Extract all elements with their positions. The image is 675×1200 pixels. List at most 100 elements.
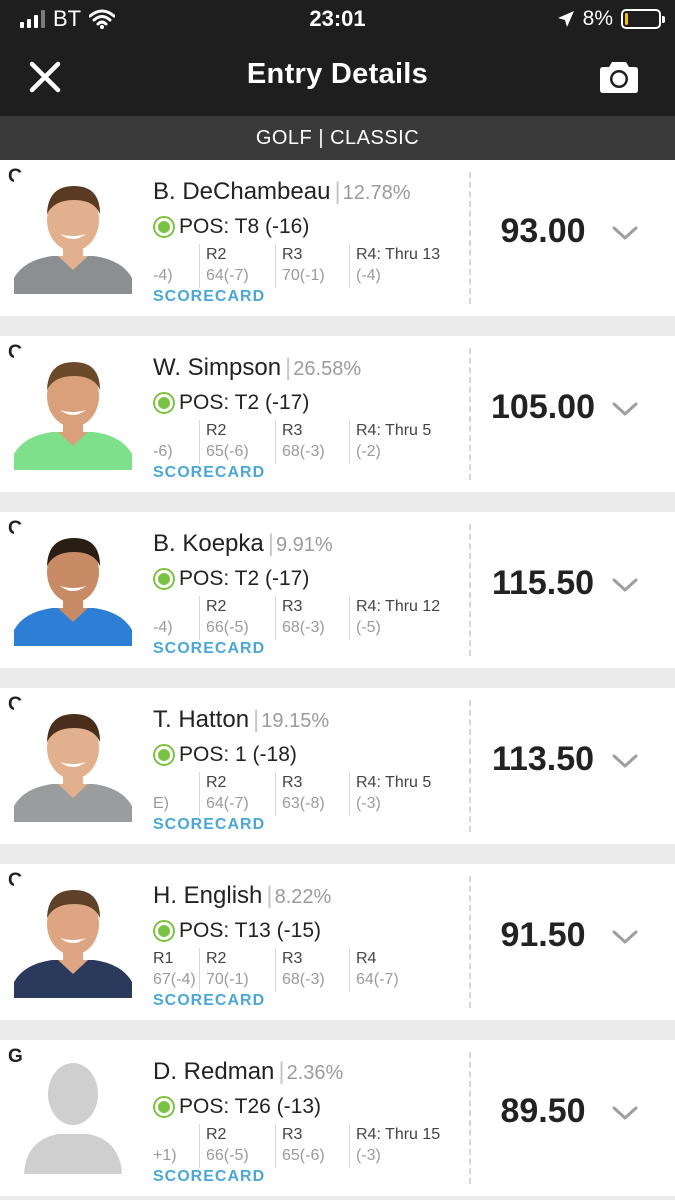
player-avatar [14, 174, 132, 294]
chevron-down-icon[interactable] [612, 225, 638, 241]
round-cell: R3 68(-3) [275, 596, 349, 640]
player-name[interactable]: D. Redman [153, 1058, 274, 1085]
ownership-percent: 26.58% [293, 358, 362, 380]
round-cell: R4: Thru 13 (-4) [349, 244, 458, 288]
scorecard-link[interactable]: SCORECARD [153, 816, 265, 834]
live-status-icon [153, 920, 175, 942]
player-card-3[interactable]: G B. Koepka|9.91% POS: T2 (-17) -4)R266(… [0, 512, 675, 668]
round-cell: R3 68(-3) [275, 948, 349, 992]
position-status: POS: T2 (-17) [179, 567, 310, 590]
position-status: POS: T26 (-13) [179, 1095, 321, 1118]
position-status: POS: T8 (-16) [179, 215, 310, 238]
player-status: POS: T2 (-17) [153, 391, 309, 415]
player-name-line: B. DeChambeau | 12.78% [153, 178, 411, 206]
separator: | [334, 178, 341, 205]
round-cell: R4: Thru 5 (-3) [349, 772, 458, 816]
player-status: POS: T2 (-17) [153, 567, 309, 591]
contest-type-bar: GOLF | CLASSIC [0, 116, 675, 160]
round-score: (-3) [356, 795, 381, 812]
page-title: Entry Details [246, 58, 429, 90]
scorecard-link[interactable]: SCORECARD [153, 640, 265, 658]
round-cell: R2 66(-5) [199, 596, 275, 640]
chevron-down-icon[interactable] [612, 1105, 638, 1121]
player-name[interactable]: H. English [153, 882, 262, 909]
round-label: R2 [206, 422, 227, 439]
round-label: R3 [282, 950, 303, 967]
round-cell: R4: Thru 15 (-3) [349, 1124, 458, 1168]
status-right: 8% [557, 6, 665, 32]
separator: | [278, 1058, 285, 1085]
round-score: 64(-7) [206, 267, 249, 284]
player-card-6[interactable]: G D. Redman | 2.36% POS: T26 (-13) +1) R2 66… [0, 1040, 675, 1196]
round-score: (-3) [356, 1147, 381, 1164]
round-label: R3 [282, 1126, 303, 1143]
round-scores: R1 67(-4) R2 70(-1) R3 68(-3) R4 64(-7) [153, 948, 458, 992]
round-label: R2 [206, 1126, 227, 1143]
round-cell: R2 64(-7) [199, 244, 275, 288]
chevron-down-icon[interactable] [612, 577, 638, 593]
position-status: POS: 1 (-18) [179, 743, 297, 766]
round-label: R2 [206, 950, 227, 967]
separator: | [267, 530, 274, 557]
player-name[interactable]: W. Simpson [153, 354, 281, 381]
round-label: R3 [282, 774, 303, 791]
round-score: 66(-5) [206, 619, 249, 636]
scorecard-link[interactable]: SCORECARD [153, 288, 265, 306]
live-status-icon [153, 744, 175, 766]
chevron-down-icon[interactable] [612, 929, 638, 945]
player-name-line: W. Simpson | 26.58% [153, 354, 361, 382]
round-label: R3 [282, 246, 303, 263]
round-score: -4) [153, 619, 173, 636]
separator: | [266, 882, 273, 909]
player-name[interactable]: B. Koepka [153, 530, 264, 557]
player-status: POS: 1 (-18) [153, 743, 297, 767]
player-name[interactable]: B. DeChambeau [153, 178, 330, 205]
separator: | [285, 354, 292, 381]
round-score: (-2) [356, 443, 381, 460]
ownership-percent: 19.15% [261, 710, 330, 732]
round-cell: R3 68(-3) [275, 420, 349, 464]
round-cell: E) [153, 772, 199, 816]
chevron-down-icon[interactable] [612, 401, 638, 417]
round-cell: R4 64(-7) [349, 948, 458, 992]
scorecard-link[interactable]: SCORECARD [153, 464, 265, 482]
round-label: R2 [206, 598, 227, 615]
player-card-5[interactable]: G H. English|8.22% POS: T13 (-15) R167(-… [0, 864, 675, 1020]
player-photo [14, 174, 132, 294]
scorecard-link[interactable]: SCORECARD [153, 1168, 265, 1186]
player-photo [14, 878, 132, 998]
round-scores: -6) R2 65(-6) R3 68(-3) R4: Thru 5 (-2) [153, 420, 458, 464]
chevron-down-icon[interactable] [612, 753, 638, 769]
ownership-percent: 9.91% [275, 534, 333, 556]
battery-level [625, 13, 628, 25]
round-cell: R3 63(-8) [275, 772, 349, 816]
round-label: R1 [153, 950, 174, 967]
player-photo [14, 526, 132, 646]
round-score: 65(-6) [206, 443, 249, 460]
player-avatar [14, 878, 132, 998]
player-photo [14, 350, 132, 470]
live-status-icon [153, 568, 175, 590]
separator: | [253, 706, 260, 733]
round-label: R3 [282, 598, 303, 615]
round-label: R4: Thru 12 [356, 598, 441, 615]
camera-icon[interactable] [599, 58, 639, 94]
fantasy-points: 105.00 [491, 388, 595, 426]
player-name-line: H. English | 8.22% [153, 882, 331, 910]
player-status: POS: T26 (-13) [153, 1095, 321, 1119]
scorecard-link[interactable]: SCORECARD [153, 992, 265, 1010]
round-scores: +1) R2 66(-5) R3 65(-6) R4: Thru 15 (-3) [153, 1124, 458, 1168]
fantasy-points: 93.00 [500, 212, 586, 250]
app-header: Entry Details [0, 38, 675, 116]
player-card-1[interactable]: G B. DeChambeau|12.78% POS: T8 (-16) -4)… [0, 160, 675, 316]
player-name[interactable]: T. Hatton [153, 706, 249, 733]
player-photo [14, 702, 132, 822]
player-card-2[interactable]: G W. Simpson|26.58% POS: T2 (-17) -6)R26… [0, 336, 675, 492]
round-score: 65(-6) [282, 1147, 325, 1164]
fantasy-points: 89.50 [500, 1092, 586, 1130]
player-card-4[interactable]: G T. Hatton|19.15% POS: 1 (-18) E)R264(-… [0, 688, 675, 844]
location-arrow-icon [557, 11, 574, 27]
round-cell: R2 70(-1) [199, 948, 275, 992]
round-score: 64(-7) [206, 795, 249, 812]
player-avatar [14, 526, 132, 646]
